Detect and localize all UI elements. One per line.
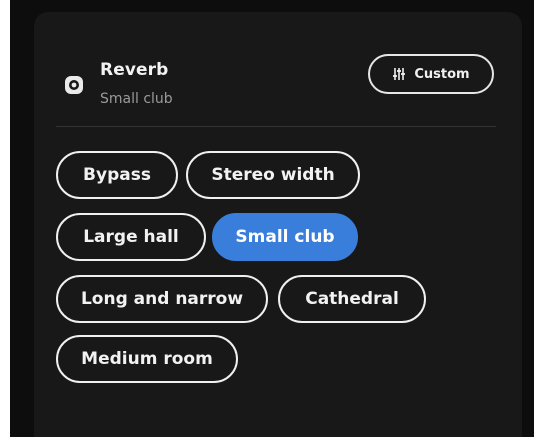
preset-chip-label: Bypass: [83, 165, 151, 185]
preset-chip-cathedral[interactable]: Cathedral: [278, 275, 426, 323]
preset-chip-label: Small club: [235, 227, 335, 247]
preset-chip-label: Large hall: [83, 227, 179, 247]
preset-chip-small-club[interactable]: Small club: [212, 213, 358, 261]
equalizer-sliders-icon: [392, 67, 406, 81]
preset-chip-medium-room[interactable]: Medium room: [56, 335, 238, 383]
app-window: Reverb Small club Custom Bypass Stereo w…: [10, 0, 534, 437]
custom-button[interactable]: Custom: [368, 54, 494, 94]
preset-chip-stereo-width[interactable]: Stereo width: [186, 151, 360, 199]
preset-chip-long-and-narrow[interactable]: Long and narrow: [56, 275, 268, 323]
preset-chip-label: Long and narrow: [80, 289, 244, 309]
divider: [56, 126, 496, 127]
preset-chip-bypass[interactable]: Bypass: [56, 151, 178, 199]
reverb-panel: Reverb Small club Custom Bypass Stereo w…: [34, 12, 522, 437]
preset-chip-large-hall[interactable]: Large hall: [56, 213, 206, 261]
custom-button-label: Custom: [414, 66, 470, 82]
reverb-speaker-icon: [63, 74, 85, 96]
preset-chip-label: Stereo width: [211, 165, 335, 185]
section-title: Reverb: [100, 60, 169, 80]
preset-chip-label: Medium room: [81, 349, 213, 369]
current-preset-label: Small club: [100, 91, 173, 107]
preset-chip-label: Cathedral: [305, 289, 399, 309]
